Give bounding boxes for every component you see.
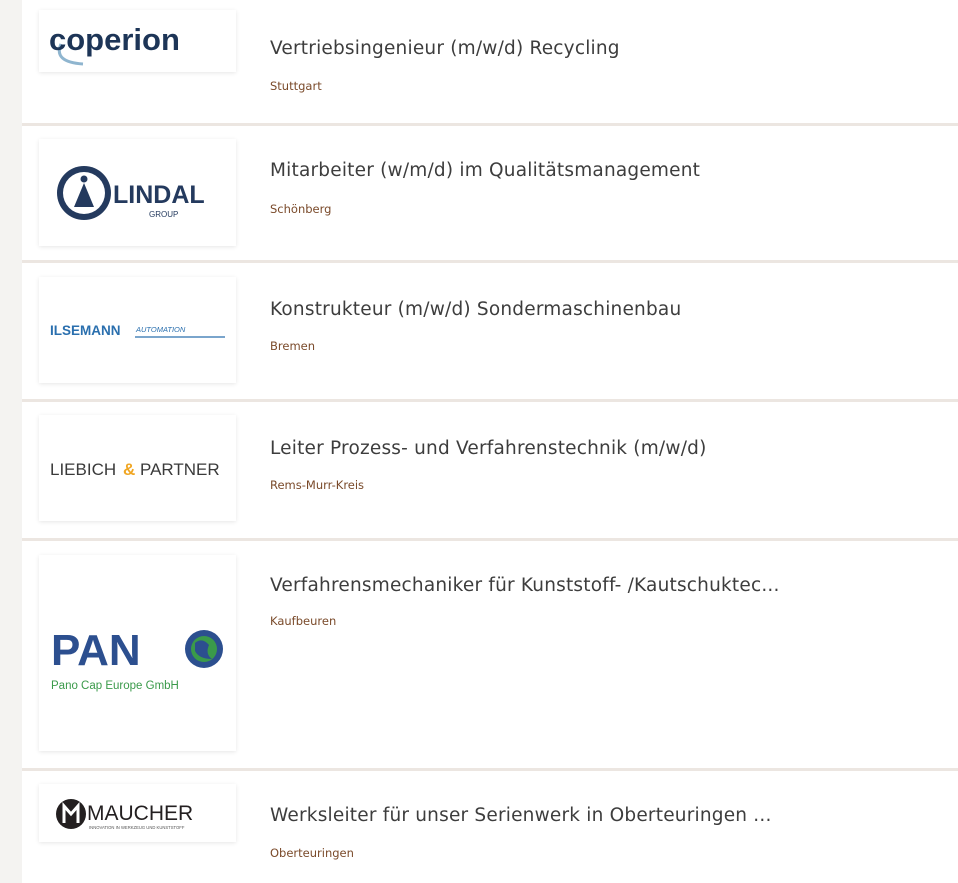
svg-text:LINDAL: LINDAL xyxy=(113,181,205,209)
company-logo: ILSEMANN AUTOMATION xyxy=(39,277,236,383)
job-item[interactable]: MAUCHER INNOVATION IN WERKZEUG UND KUNST… xyxy=(22,771,958,883)
svg-text:MAUCHER: MAUCHER xyxy=(87,802,193,825)
company-logo: coperion xyxy=(39,10,236,72)
job-item[interactable]: LINDAL GROUP Mitarbeiter (w/m/d) im Qual… xyxy=(22,126,958,263)
coperion-logo-icon: coperion xyxy=(49,22,180,66)
job-location: Bremen xyxy=(270,339,316,353)
job-location: Kaufbeuren xyxy=(270,614,337,628)
liebich-logo-icon: LIEBICH & PARTNER xyxy=(50,460,220,479)
company-logo: LIEBICH & PARTNER xyxy=(39,415,236,521)
ilsemann-logo-icon: ILSEMANN AUTOMATION xyxy=(50,323,225,338)
maucher-logo-icon: MAUCHER INNOVATION IN WERKZEUG UND KUNST… xyxy=(56,799,193,830)
svg-text:ILSEMANN: ILSEMANN xyxy=(50,323,121,338)
svg-text:Pano Cap Europe GmbH: Pano Cap Europe GmbH xyxy=(51,680,179,692)
job-location: Rems-Murr-Kreis xyxy=(270,478,365,492)
svg-text:INNOVATION IN WERKZEUG UND KUN: INNOVATION IN WERKZEUG UND KUNSTSTOFF xyxy=(89,825,185,830)
job-item[interactable]: ILSEMANN AUTOMATION Konstrukteur (m/w/d)… xyxy=(22,263,958,402)
svg-text:GROUP: GROUP xyxy=(149,210,178,219)
svg-text:coperion: coperion xyxy=(49,22,180,57)
svg-text:LIEBICH: LIEBICH xyxy=(50,460,116,479)
pano-logo-icon: PAN Pano Cap Europe GmbH xyxy=(51,626,223,692)
svg-text:PAN: PAN xyxy=(51,626,141,675)
job-title[interactable]: Mitarbeiter (w/m/d) im Qualitätsmanageme… xyxy=(270,160,700,181)
job-location: Oberteuringen xyxy=(270,846,354,860)
job-item[interactable]: LIEBICH & PARTNER Leiter Prozess- und Ve… xyxy=(22,402,958,541)
job-title[interactable]: Werksleiter für unser Serienwerk in Ober… xyxy=(270,805,772,826)
job-title[interactable]: Verfahrensmechaniker für Kunststoff- /Ka… xyxy=(270,575,780,596)
svg-text:AUTOMATION: AUTOMATION xyxy=(135,325,186,334)
company-logo: PAN Pano Cap Europe GmbH xyxy=(39,555,236,751)
svg-text:&: & xyxy=(123,460,135,479)
job-list: coperion Vertriebsingenieur (m/w/d) Recy… xyxy=(22,0,958,883)
lindal-logo-icon: LINDAL GROUP xyxy=(57,166,205,220)
job-item[interactable]: PAN Pano Cap Europe GmbH Verfahrensmecha… xyxy=(22,541,958,771)
job-location: Schönberg xyxy=(270,202,332,216)
job-title[interactable]: Leiter Prozess- und Verfahrenstechnik (m… xyxy=(270,438,707,459)
company-logo: MAUCHER INNOVATION IN WERKZEUG UND KUNST… xyxy=(39,784,236,842)
job-item[interactable]: coperion Vertriebsingenieur (m/w/d) Recy… xyxy=(22,0,958,126)
job-title[interactable]: Konstrukteur (m/w/d) Sondermaschinenbau xyxy=(270,299,681,320)
company-logo: LINDAL GROUP xyxy=(39,139,236,246)
job-location: Stuttgart xyxy=(270,79,322,93)
job-title[interactable]: Vertriebsingenieur (m/w/d) Recycling xyxy=(270,38,620,59)
svg-text:PARTNER: PARTNER xyxy=(140,460,220,479)
